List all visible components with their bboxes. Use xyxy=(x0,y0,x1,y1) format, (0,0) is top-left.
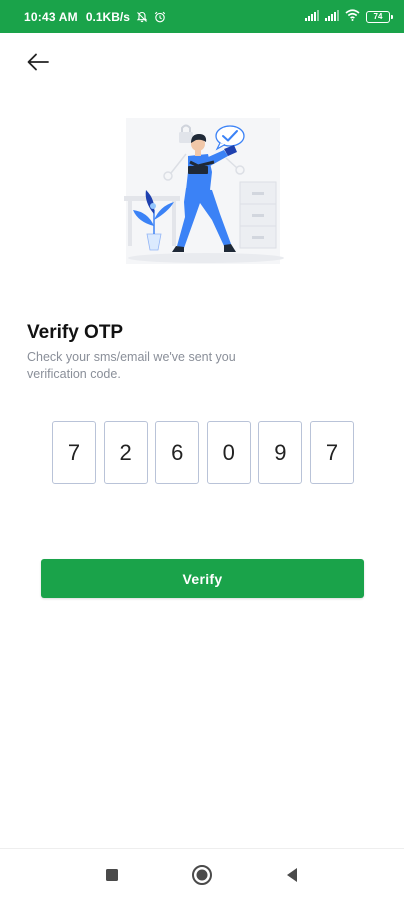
page-title: Verify OTP xyxy=(27,322,124,343)
status-time: 10:43 AM xyxy=(24,9,78,24)
otp-digit-input[interactable]: 7 xyxy=(52,421,96,484)
back-icon xyxy=(287,868,297,882)
otp-digit-input[interactable]: 7 xyxy=(309,421,354,484)
system-back-button[interactable] xyxy=(280,863,304,887)
otp-digit-input[interactable]: 2 xyxy=(103,421,148,484)
page-subtitle: Check your sms/email we've sent you veri… xyxy=(27,350,236,381)
system-nav-bar xyxy=(0,848,404,901)
signal-icon xyxy=(325,8,339,26)
arrow-left-icon xyxy=(27,53,49,71)
notification-muted-icon xyxy=(136,11,148,23)
status-right-group: 74 xyxy=(305,8,393,26)
recent-apps-icon xyxy=(106,869,118,881)
home-icon xyxy=(192,865,212,885)
battery-level: 74 xyxy=(373,12,383,21)
otp-digit-input[interactable]: 6 xyxy=(155,421,200,484)
otp-input-group: 7 2 6 0 9 7 xyxy=(52,421,354,484)
status-bar: 10:43 AM 0.1KB/s 74 xyxy=(0,0,404,33)
back-button[interactable] xyxy=(20,46,56,78)
alarm-icon xyxy=(154,11,166,23)
signal-icon xyxy=(305,8,319,26)
otp-digit-input[interactable]: 9 xyxy=(258,421,303,484)
battery-icon: 74 xyxy=(366,10,393,23)
wifi-icon xyxy=(345,8,360,26)
verify-button[interactable]: Verify xyxy=(41,559,364,598)
otp-digit-input[interactable]: 0 xyxy=(206,421,251,484)
home-button[interactable] xyxy=(190,863,214,887)
recent-apps-button[interactable] xyxy=(100,863,124,887)
verification-illustration xyxy=(124,118,284,264)
network-speed: 0.1KB/s xyxy=(85,9,130,24)
